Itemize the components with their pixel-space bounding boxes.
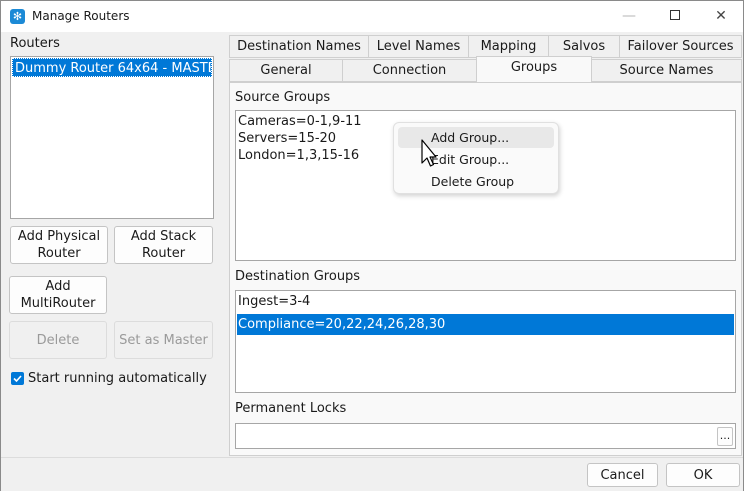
tab-salvos[interactable]: Salvos [548,35,620,58]
source-groups-label: Source Groups [235,90,331,105]
set-as-master-button[interactable]: Set as Master [114,321,213,359]
browse-locks-button[interactable]: ... [717,427,733,446]
mouse-cursor-icon [421,139,437,167]
add-stack-router-button[interactable]: Add Stack Router [114,226,213,264]
delete-button[interactable]: Delete [9,321,107,359]
start-automatically-checkbox[interactable] [11,372,24,385]
tab-level-names[interactable]: Level Names [368,35,469,58]
routers-list[interactable]: Dummy Router 64x64 - MASTER [10,56,214,219]
add-physical-router-button[interactable]: Add Physical Router [10,226,108,264]
menu-item-delete-group[interactable]: Delete Group [398,171,554,192]
tab-mapping[interactable]: Mapping [468,35,549,58]
close-button[interactable]: ✕ [698,1,744,32]
destination-groups-list[interactable]: Ingest=3-4 Compliance=20,22,24,26,28,30 [235,290,736,393]
list-item-selected[interactable]: Compliance=20,22,24,26,28,30 [237,314,734,335]
list-item[interactable]: Servers=15-20 [237,130,336,147]
start-automatically-label: Start running automatically [28,371,207,386]
app-icon: ✻ [10,9,25,24]
dialog-footer: Cancel OK [1,457,743,491]
list-item[interactable]: London=1,3,15-16 [237,147,359,164]
window-title: Manage Routers [32,9,130,23]
maximize-button[interactable] [652,1,698,32]
list-item[interactable]: Cameras=0-1,9-11 [237,113,362,130]
destination-groups-label: Destination Groups [235,269,361,284]
tab-general[interactable]: General [229,59,343,82]
ok-button[interactable]: OK [666,463,740,487]
routers-label: Routers [10,36,60,51]
tab-source-names[interactable]: Source Names [591,59,742,82]
tab-connection[interactable]: Connection [342,59,477,82]
tab-failover-sources[interactable]: Failover Sources [619,35,742,58]
manage-routers-window: ✻ Manage Routers — ✕ Routers Dummy Route… [0,0,744,491]
list-item[interactable]: Ingest=3-4 [237,293,310,310]
permanent-locks-field[interactable]: ... [235,423,736,449]
tab-groups[interactable]: Groups [476,56,592,82]
context-menu: Add Group... Edit Group... Delete Group [393,122,559,194]
minimize-button[interactable]: — [606,1,652,32]
cancel-button[interactable]: Cancel [587,463,658,487]
maximize-icon [670,10,680,20]
router-item[interactable]: Dummy Router 64x64 - MASTER [12,58,212,77]
tab-destination-names[interactable]: Destination Names [229,35,369,58]
title-bar[interactable]: ✻ Manage Routers — ✕ [1,1,743,32]
checkmark-icon [13,375,22,383]
permanent-locks-label: Permanent Locks [235,401,347,416]
add-multirouter-button[interactable]: Add MultiRouter [9,276,107,314]
